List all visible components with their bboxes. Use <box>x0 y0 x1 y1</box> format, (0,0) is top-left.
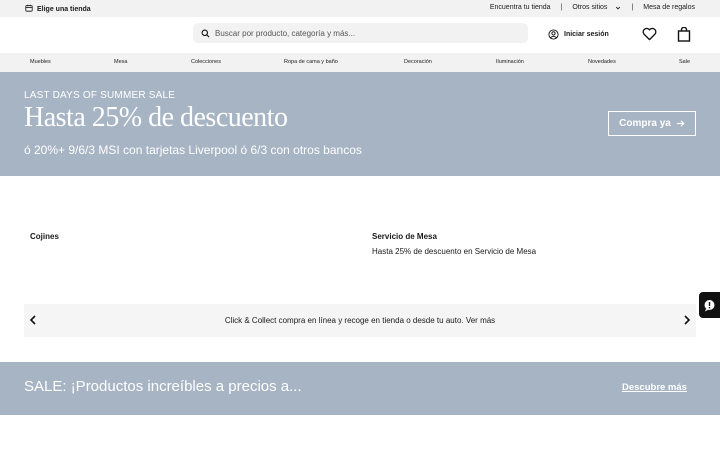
header: Iniciar sesión <box>0 17 720 53</box>
nav-item-ropa-de-cama[interactable]: Ropa de cama y baño <box>284 59 338 65</box>
separator: | <box>631 4 634 11</box>
sale-banner: SALE: ¡Productos increíbles a precios a.… <box>0 362 720 415</box>
category-title: Servicio de Mesa <box>372 232 437 241</box>
nav-item-iluminacion[interactable]: Iluminación <box>496 59 524 65</box>
bag-icon[interactable] <box>677 27 691 42</box>
search-bar[interactable] <box>193 23 528 43</box>
login-button[interactable]: Iniciar sesión <box>548 29 609 40</box>
chevron-down-icon <box>616 6 621 9</box>
category-description: Hasta 25% de descuento en Servicio de Me… <box>372 247 537 256</box>
choose-store-button[interactable]: Elige una tienda <box>25 4 91 14</box>
click-collect-message[interactable]: Click & Collect compra en línea y recoge… <box>24 316 696 325</box>
promo-banner: LAST DAYS OF SUMMER SALE Hasta 25% de de… <box>0 72 720 176</box>
nav-item-colecciones[interactable]: Colecciones <box>191 59 221 65</box>
top-links: Encuentra tu tienda | Otros sitios | Mes… <box>490 4 695 11</box>
promo-subline: ó 20%+ 9/6/3 MSI con tarjetas Liverpool … <box>24 143 362 157</box>
shop-now-label: Compra ya <box>619 118 671 129</box>
arrow-right-icon <box>676 120 685 127</box>
info-carousel: Click & Collect compra en línea y recoge… <box>24 304 696 337</box>
heart-icon[interactable] <box>642 27 657 41</box>
chat-icon <box>704 300 715 312</box>
login-label: Iniciar sesión <box>564 31 609 38</box>
other-sites-label: Otros sitios <box>572 4 608 11</box>
discover-more-link[interactable]: Descubre más <box>622 382 687 393</box>
chevron-right-icon[interactable] <box>682 314 692 326</box>
nav-item-decoracion[interactable]: Decoración <box>404 59 432 65</box>
category-servicio-de-mesa[interactable]: Servicio de Mesa Hasta 25% de descuento … <box>372 232 536 256</box>
separator: | <box>560 4 563 11</box>
category-nav: Muebles Mesa Colecciones Ropa de cama y … <box>0 53 720 72</box>
nav-item-novedades[interactable]: Novedades <box>588 59 616 65</box>
top-utility-bar: Elige una tienda Encuentra tu tienda | O… <box>0 0 720 17</box>
search-input[interactable] <box>215 28 515 38</box>
other-sites-dropdown[interactable]: Otros sitios <box>572 4 621 11</box>
calendar-store-icon <box>25 4 33 14</box>
nav-item-sale[interactable]: Sale <box>679 59 690 65</box>
category-title: Cojines <box>30 232 59 241</box>
shop-now-button[interactable]: Compra ya <box>608 111 696 136</box>
gift-registry-link[interactable]: Mesa de regalos <box>643 4 695 11</box>
nav-item-muebles[interactable]: Muebles <box>30 59 51 65</box>
promo-headline: Hasta 25% de descuento <box>24 102 288 133</box>
nav-item-mesa[interactable]: Mesa <box>114 59 127 65</box>
find-store-link[interactable]: Encuentra tu tienda <box>490 4 551 11</box>
sale-banner-text: SALE: ¡Productos increíbles a precios a.… <box>24 378 302 395</box>
choose-store-label: Elige una tienda <box>37 5 91 13</box>
promo-kicker: LAST DAYS OF SUMMER SALE <box>24 90 176 101</box>
category-cojines[interactable]: Cojines <box>30 232 59 241</box>
search-icon <box>201 29 210 37</box>
user-icon <box>548 29 559 40</box>
chat-widget-button[interactable] <box>699 292 720 318</box>
